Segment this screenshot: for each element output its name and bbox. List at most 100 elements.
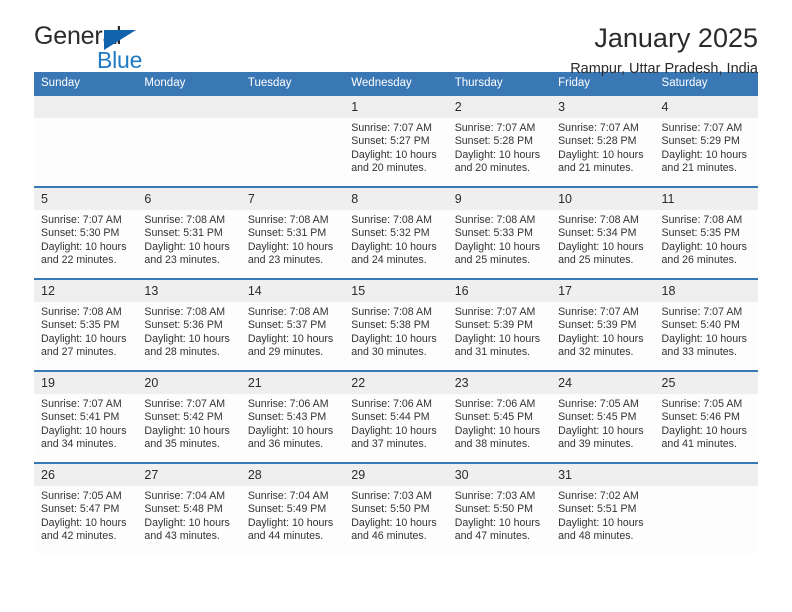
sunrise-text: Sunrise: 7:06 AM — [454, 398, 536, 410]
calendar-day-cell[interactable]: 16 Sunrise: 7:07 AM Sunset: 5:39 PM Dayl… — [447, 278, 552, 371]
calendar-day-cell[interactable]: 9 Sunrise: 7:08 AM Sunset: 5:33 PM Dayli… — [447, 186, 552, 279]
calendar-day-cell[interactable]: 11 Sunrise: 7:08 AM Sunset: 5:35 PM Dayl… — [654, 186, 758, 279]
sunrise-text: Sunrise: 7:08 AM — [558, 214, 639, 226]
calendar-day-cell[interactable]: 21 Sunrise: 7:06 AM Sunset: 5:43 PM Dayl… — [240, 370, 345, 463]
day-details: Sunrise: 7:03 AM Sunset: 5:50 PM Dayligh… — [344, 486, 447, 544]
calendar-day-cell[interactable]: 28 Sunrise: 7:04 AM Sunset: 5:49 PM Dayl… — [240, 462, 345, 554]
daylight-text: Daylight: 10 hours and 25 minutes. — [558, 240, 644, 267]
sunrise-text: Sunrise: 7:04 AM — [144, 490, 226, 502]
day-number: 25 — [654, 372, 758, 394]
sunset-text: Sunset: 5:36 PM — [144, 319, 223, 332]
calendar-day-cell[interactable]: 23 Sunrise: 7:06 AM Sunset: 5:45 PM Dayl… — [447, 370, 552, 463]
day-number: 27 — [137, 464, 241, 486]
day-number: 18 — [654, 280, 758, 302]
daylight-text: Daylight: 10 hours and 43 minutes. — [144, 516, 230, 543]
calendar-day-cell[interactable]: 25 Sunrise: 7:05 AM Sunset: 5:46 PM Dayl… — [654, 370, 758, 463]
calendar-day-cell[interactable]: 4 Sunrise: 7:07 AM Sunset: 5:29 PM Dayli… — [654, 94, 758, 187]
logo-text-blue: Blue — [97, 47, 143, 73]
calendar-day-cell[interactable]: 24 Sunrise: 7:05 AM Sunset: 5:45 PM Dayl… — [551, 370, 655, 463]
day-number — [654, 464, 758, 486]
sunset-text: Sunset: 5:50 PM — [454, 503, 534, 516]
page-header: General Blue January 2025 Rampur, Uttar … — [34, 0, 758, 77]
sunset-text: Sunset: 5:49 PM — [247, 503, 327, 516]
sunset-text: Sunset: 5:43 PM — [247, 411, 327, 424]
calendar-day-cell[interactable] — [137, 94, 241, 187]
calendar-day-cell[interactable]: 26 Sunrise: 7:05 AM Sunset: 5:47 PM Dayl… — [34, 462, 138, 554]
daylight-text: Daylight: 10 hours and 37 minutes. — [351, 424, 437, 451]
calendar-day-cell[interactable]: 20 Sunrise: 7:07 AM Sunset: 5:42 PM Dayl… — [137, 370, 241, 463]
calendar-day-cell[interactable]: 31 Sunrise: 7:02 AM Sunset: 5:51 PM Dayl… — [551, 462, 655, 554]
calendar-day-cell[interactable]: 17 Sunrise: 7:07 AM Sunset: 5:39 PM Dayl… — [551, 278, 655, 371]
sunrise-text: Sunrise: 7:05 AM — [41, 490, 122, 502]
calendar-day-cell[interactable] — [240, 94, 345, 187]
day-number: 9 — [447, 188, 552, 210]
day-details: Sunrise: 7:02 AM Sunset: 5:51 PM Dayligh… — [551, 486, 654, 544]
sunset-text: Sunset: 5:37 PM — [247, 319, 327, 332]
calendar-day-cell[interactable]: 18 Sunrise: 7:07 AM Sunset: 5:40 PM Dayl… — [654, 278, 758, 371]
sunrise-text: Sunrise: 7:05 AM — [661, 398, 743, 410]
day-details: Sunrise: 7:08 AM Sunset: 5:34 PM Dayligh… — [551, 210, 654, 268]
calendar-day-cell[interactable]: 5 Sunrise: 7:07 AM Sunset: 5:30 PM Dayli… — [34, 186, 138, 279]
calendar-day-cell[interactable]: 2 Sunrise: 7:07 AM Sunset: 5:28 PM Dayli… — [447, 94, 552, 187]
sunset-text: Sunset: 5:28 PM — [454, 135, 534, 148]
daylight-text: Daylight: 10 hours and 28 minutes. — [144, 332, 230, 359]
sunset-text: Sunset: 5:33 PM — [454, 227, 534, 240]
calendar-day-cell[interactable]: 22 Sunrise: 7:06 AM Sunset: 5:44 PM Dayl… — [344, 370, 448, 463]
day-details: Sunrise: 7:05 AM Sunset: 5:47 PM Dayligh… — [34, 486, 137, 544]
day-number: 20 — [137, 372, 241, 394]
calendar-day-cell[interactable]: 30 Sunrise: 7:03 AM Sunset: 5:50 PM Dayl… — [447, 462, 552, 554]
day-details: Sunrise: 7:06 AM Sunset: 5:44 PM Dayligh… — [344, 394, 447, 452]
day-number: 1 — [344, 96, 448, 118]
calendar-day-cell[interactable]: 29 Sunrise: 7:03 AM Sunset: 5:50 PM Dayl… — [344, 462, 448, 554]
calendar-day-cell[interactable]: 27 Sunrise: 7:04 AM Sunset: 5:48 PM Dayl… — [137, 462, 241, 554]
calendar-day-cell[interactable]: 8 Sunrise: 7:08 AM Sunset: 5:32 PM Dayli… — [344, 186, 448, 279]
day-number: 14 — [240, 280, 345, 302]
day-details — [34, 118, 137, 122]
day-details: Sunrise: 7:06 AM Sunset: 5:45 PM Dayligh… — [448, 394, 551, 452]
calendar-week-row: 5 Sunrise: 7:07 AM Sunset: 5:30 PM Dayli… — [34, 186, 758, 279]
calendar-week-row: 26 Sunrise: 7:05 AM Sunset: 5:47 PM Dayl… — [34, 462, 758, 554]
sunset-text: Sunset: 5:41 PM — [41, 411, 120, 424]
day-details: Sunrise: 7:08 AM Sunset: 5:38 PM Dayligh… — [344, 302, 447, 360]
calendar-day-cell[interactable] — [654, 462, 758, 554]
day-details: Sunrise: 7:08 AM Sunset: 5:31 PM Dayligh… — [241, 210, 344, 268]
calendar-day-cell[interactable]: 6 Sunrise: 7:08 AM Sunset: 5:31 PM Dayli… — [137, 186, 241, 279]
sunset-text: Sunset: 5:28 PM — [558, 135, 637, 148]
sunrise-text: Sunrise: 7:08 AM — [661, 214, 743, 226]
calendar-day-cell[interactable]: 14 Sunrise: 7:08 AM Sunset: 5:37 PM Dayl… — [240, 278, 345, 371]
day-number: 16 — [447, 280, 552, 302]
day-number: 26 — [34, 464, 138, 486]
calendar-day-cell[interactable] — [34, 94, 138, 187]
daylight-text: Daylight: 10 hours and 25 minutes. — [454, 240, 541, 267]
calendar-day-cell[interactable]: 1 Sunrise: 7:07 AM Sunset: 5:27 PM Dayli… — [344, 94, 448, 187]
calendar-day-cell[interactable]: 10 Sunrise: 7:08 AM Sunset: 5:34 PM Dayl… — [551, 186, 655, 279]
weekday-header-thursday: Thursday — [447, 72, 552, 95]
day-details: Sunrise: 7:07 AM Sunset: 5:40 PM Dayligh… — [655, 302, 758, 360]
daylight-text: Daylight: 10 hours and 47 minutes. — [454, 516, 541, 543]
day-number — [137, 96, 241, 118]
sunrise-text: Sunrise: 7:08 AM — [351, 306, 432, 318]
day-number: 30 — [447, 464, 552, 486]
sunset-text: Sunset: 5:48 PM — [144, 503, 223, 516]
day-number: 6 — [137, 188, 241, 210]
calendar-page: General Blue January 2025 Rampur, Uttar … — [0, 0, 792, 612]
day-details: Sunrise: 7:08 AM Sunset: 5:35 PM Dayligh… — [655, 210, 758, 268]
day-details: Sunrise: 7:08 AM Sunset: 5:32 PM Dayligh… — [344, 210, 447, 268]
sunrise-text: Sunrise: 7:07 AM — [558, 306, 639, 318]
calendar-day-cell[interactable]: 12 Sunrise: 7:08 AM Sunset: 5:35 PM Dayl… — [34, 278, 138, 371]
calendar-day-cell[interactable]: 7 Sunrise: 7:08 AM Sunset: 5:31 PM Dayli… — [240, 186, 345, 279]
weekday-header-wednesday: Wednesday — [344, 72, 448, 95]
daylight-text: Daylight: 10 hours and 23 minutes. — [247, 240, 334, 267]
calendar-day-cell[interactable]: 13 Sunrise: 7:08 AM Sunset: 5:36 PM Dayl… — [137, 278, 241, 371]
calendar-day-cell[interactable]: 19 Sunrise: 7:07 AM Sunset: 5:41 PM Dayl… — [34, 370, 138, 463]
daylight-text: Daylight: 10 hours and 21 minutes. — [558, 148, 644, 175]
general-blue-logo[interactable]: General Blue — [34, 22, 204, 76]
calendar-day-cell[interactable]: 3 Sunrise: 7:07 AM Sunset: 5:28 PM Dayli… — [551, 94, 655, 187]
calendar-day-cell[interactable]: 15 Sunrise: 7:08 AM Sunset: 5:38 PM Dayl… — [344, 278, 448, 371]
daylight-text: Daylight: 10 hours and 27 minutes. — [41, 332, 127, 359]
daylight-text: Daylight: 10 hours and 22 minutes. — [41, 240, 127, 267]
sunrise-text: Sunrise: 7:08 AM — [247, 214, 329, 226]
day-details: Sunrise: 7:08 AM Sunset: 5:31 PM Dayligh… — [137, 210, 240, 268]
sunrise-text: Sunrise: 7:06 AM — [351, 398, 432, 410]
day-details — [655, 486, 758, 490]
